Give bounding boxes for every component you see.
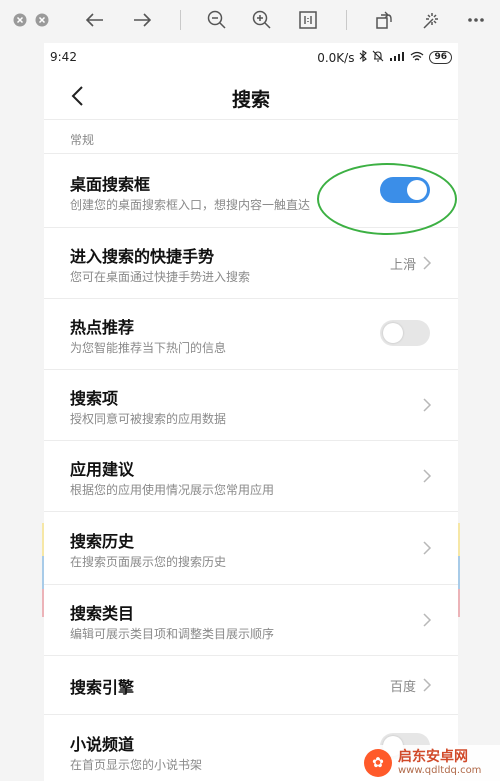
chevron-right-icon bbox=[423, 398, 432, 412]
image-viewer-toolbar bbox=[0, 0, 500, 40]
setting-title: 搜索引擎 bbox=[70, 678, 135, 697]
rotate-icon[interactable] bbox=[373, 9, 395, 31]
setting-title: 搜索类目 bbox=[70, 604, 135, 623]
forward-arrow-icon[interactable] bbox=[131, 9, 153, 31]
setting-title: 搜索项 bbox=[70, 389, 119, 408]
setting-title: 热点推荐 bbox=[70, 318, 135, 337]
watermark-url: www.qdltdq.com bbox=[398, 765, 482, 776]
setting-subtitle: 为您智能推荐当下热门的信息 bbox=[70, 341, 227, 355]
chevron-right-icon bbox=[423, 256, 432, 270]
network-speed: 0.0K/s bbox=[317, 50, 355, 65]
setting-search-gesture[interactable]: 进入搜索的快捷手势 您可在桌面通过快捷手势进入搜索 上滑 bbox=[44, 228, 458, 298]
setting-value: 上滑 bbox=[389, 258, 416, 273]
setting-value: 百度 bbox=[389, 680, 416, 695]
setting-title: 小说频道 bbox=[70, 735, 135, 754]
battery-indicator: 96 bbox=[429, 51, 452, 64]
setting-search-items[interactable]: 搜索项 授权同意可被搜索的应用数据 bbox=[44, 370, 458, 440]
watermark-text: 启东安卓网 www.qdltdq.com bbox=[398, 749, 481, 777]
setting-search-engine[interactable]: 搜索引擎 百度 bbox=[44, 656, 458, 714]
phone-screen: 9:42 0.0K/s 96 搜索 常规 桌面搜索框 创建您的桌面搜索框入口，想… bbox=[44, 43, 458, 781]
watermark-logo-icon: ✿ bbox=[364, 749, 392, 777]
divider bbox=[44, 119, 458, 120]
setting-subtitle: 在首页显示您的小说书架 bbox=[70, 758, 203, 772]
watermark-name: 启东安卓网 bbox=[398, 749, 468, 765]
wifi-icon bbox=[410, 51, 424, 65]
title-bar: 搜索 bbox=[44, 73, 458, 119]
setting-title: 桌面搜索框 bbox=[70, 175, 151, 194]
chevron-right-icon bbox=[423, 541, 432, 555]
close-icon[interactable] bbox=[9, 9, 31, 31]
mute-icon bbox=[372, 50, 384, 65]
zoom-out-icon[interactable] bbox=[206, 9, 228, 31]
setting-title: 搜索历史 bbox=[70, 532, 135, 551]
setting-subtitle: 根据您的应用使用情况展示您常用应用 bbox=[70, 483, 275, 497]
setting-title: 进入搜索的快捷手势 bbox=[70, 247, 215, 266]
section-label: 常规 bbox=[70, 133, 95, 147]
setting-subtitle: 创建您的桌面搜索框入口，想搜内容一触直达 bbox=[70, 198, 311, 212]
status-icons: 0.0K/s 96 bbox=[317, 49, 452, 65]
more-icon[interactable] bbox=[465, 9, 487, 31]
setting-subtitle: 您可在桌面通过快捷手势进入搜索 bbox=[70, 270, 251, 284]
page-title: 搜索 bbox=[231, 89, 270, 111]
bluetooth-icon bbox=[359, 49, 368, 65]
setting-subtitle: 授权同意可被搜索的应用数据 bbox=[70, 412, 227, 426]
hot-recommend-toggle[interactable] bbox=[380, 320, 430, 346]
setting-subtitle: 编辑可展示类目项和调整类目展示顺序 bbox=[70, 627, 275, 641]
minimize-icon[interactable] bbox=[31, 9, 53, 31]
setting-app-suggestions[interactable]: 应用建议 根据您的应用使用情况展示您常用应用 bbox=[44, 441, 458, 511]
signal-icon bbox=[389, 51, 405, 65]
setting-hot-recommend[interactable]: 热点推荐 为您智能推荐当下热门的信息 bbox=[44, 299, 458, 369]
enhance-icon[interactable] bbox=[419, 9, 441, 31]
highlight-annotation bbox=[317, 163, 457, 235]
status-time: 9:42 bbox=[50, 50, 77, 64]
zoom-in-icon[interactable] bbox=[251, 9, 273, 31]
toolbar-separator bbox=[346, 10, 347, 30]
setting-subtitle: 在搜索页面展示您的搜索历史 bbox=[70, 555, 227, 569]
setting-title: 应用建议 bbox=[70, 460, 135, 479]
setting-search-history[interactable]: 搜索历史 在搜索页面展示您的搜索历史 bbox=[44, 512, 458, 584]
status-bar: 9:42 0.0K/s 96 bbox=[44, 43, 458, 73]
chevron-right-icon bbox=[423, 613, 432, 627]
toggle-knob bbox=[383, 323, 403, 343]
site-watermark: ✿ 启东安卓网 www.qdltdq.com bbox=[358, 745, 500, 781]
toolbar-separator bbox=[180, 10, 181, 30]
chevron-right-icon bbox=[423, 678, 432, 692]
setting-search-categories[interactable]: 搜索类目 编辑可展示类目项和调整类目展示顺序 bbox=[44, 585, 458, 655]
chevron-right-icon bbox=[423, 469, 432, 483]
actual-size-icon[interactable] bbox=[297, 9, 319, 31]
back-arrow-icon[interactable] bbox=[84, 9, 106, 31]
